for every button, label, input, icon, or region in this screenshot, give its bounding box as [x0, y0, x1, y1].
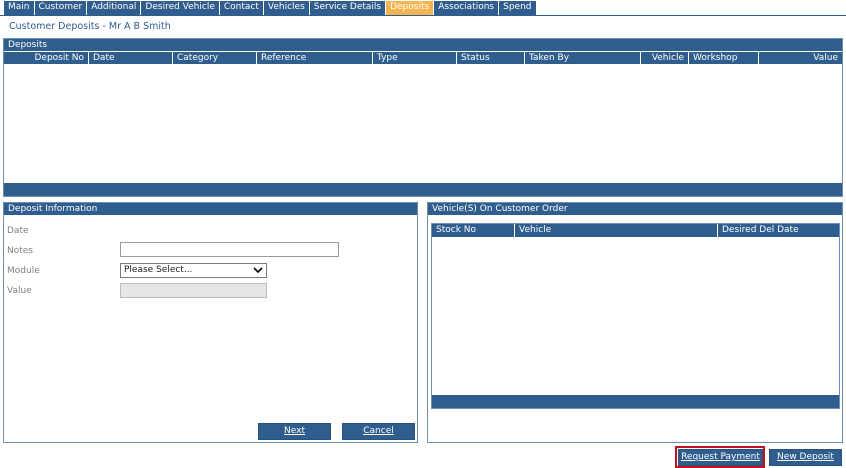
tab-underline	[0, 15, 846, 16]
cancel-button[interactable]: Cancel	[342, 423, 415, 440]
col-value[interactable]: Value	[759, 52, 842, 64]
tab-spend[interactable]: Spend	[498, 1, 537, 16]
vehicles-grid-body	[432, 237, 839, 395]
tab-customer[interactable]: Customer	[33, 1, 88, 16]
col-taken-by[interactable]: Taken By	[525, 52, 641, 64]
col-workshop[interactable]: Workshop	[689, 52, 759, 64]
next-button[interactable]: Next	[258, 423, 331, 440]
tab-strip: Main Customer Additional Desired Vehicle…	[3, 1, 537, 16]
deposits-panel-title: Deposits	[4, 39, 842, 51]
notes-label: Notes	[7, 246, 33, 256]
module-selected-value: Please Select...	[124, 265, 193, 275]
deposits-grid-header: Deposit No Date Category Reference Type …	[4, 51, 842, 64]
chevron-down-icon	[253, 264, 263, 282]
tab-additional[interactable]: Additional	[86, 1, 142, 16]
vehicles-on-order-title: Vehicle(S) On Customer Order	[428, 203, 842, 215]
col-date[interactable]: Date	[89, 52, 173, 64]
vehicles-grid-header: Stock No Vehicle Desired Del Date	[432, 224, 839, 237]
cancel-button-label: Cancel	[363, 426, 394, 436]
deposit-information-panel: Deposit Information Date Notes Module Pl…	[3, 202, 418, 443]
module-select[interactable]: Please Select...	[120, 263, 267, 278]
date-label: Date	[7, 226, 29, 236]
col-desired-del-date[interactable]: Desired Del Date	[718, 224, 839, 237]
vehicles-on-order-panel: Vehicle(S) On Customer Order Stock No Ve…	[427, 202, 843, 443]
col-stock-no[interactable]: Stock No	[432, 224, 515, 237]
tab-desired-vehicle[interactable]: Desired Vehicle	[140, 1, 220, 16]
col-vehicle-name[interactable]: Vehicle	[515, 224, 718, 237]
col-type[interactable]: Type	[373, 52, 457, 64]
new-deposit-button[interactable]: New Deposit	[769, 449, 842, 466]
tab-main[interactable]: Main	[3, 1, 35, 16]
notes-input[interactable]	[120, 242, 339, 257]
deposits-grid-body	[4, 65, 842, 183]
tab-deposits[interactable]: Deposits	[385, 1, 435, 16]
col-vehicle[interactable]: Vehicle	[641, 52, 689, 64]
page-title: Customer Deposits - Mr A B Smith	[9, 21, 171, 32]
tab-service-details[interactable]: Service Details	[308, 1, 387, 16]
tab-contact[interactable]: Contact	[218, 1, 264, 16]
col-category[interactable]: Category	[173, 52, 257, 64]
new-deposit-label: New Deposit	[777, 452, 834, 462]
value-input[interactable]	[120, 283, 267, 298]
value-label: Value	[7, 286, 32, 296]
vehicles-grid-footer	[432, 395, 839, 408]
deposits-panel: Deposits Deposit No Date Category Refere…	[3, 38, 843, 197]
highlight-outline	[675, 446, 765, 468]
tab-associations[interactable]: Associations	[433, 1, 500, 16]
col-deposit-no[interactable]: Deposit No	[4, 52, 89, 64]
col-reference[interactable]: Reference	[257, 52, 373, 64]
vehicles-grid: Stock No Vehicle Desired Del Date	[431, 223, 840, 409]
next-button-label: Next	[284, 426, 305, 436]
deposit-information-title: Deposit Information	[4, 203, 417, 215]
col-status[interactable]: Status	[457, 52, 525, 64]
deposits-grid-footer	[4, 183, 842, 196]
tab-vehicles[interactable]: Vehicles	[262, 1, 310, 16]
module-label: Module	[7, 266, 40, 276]
